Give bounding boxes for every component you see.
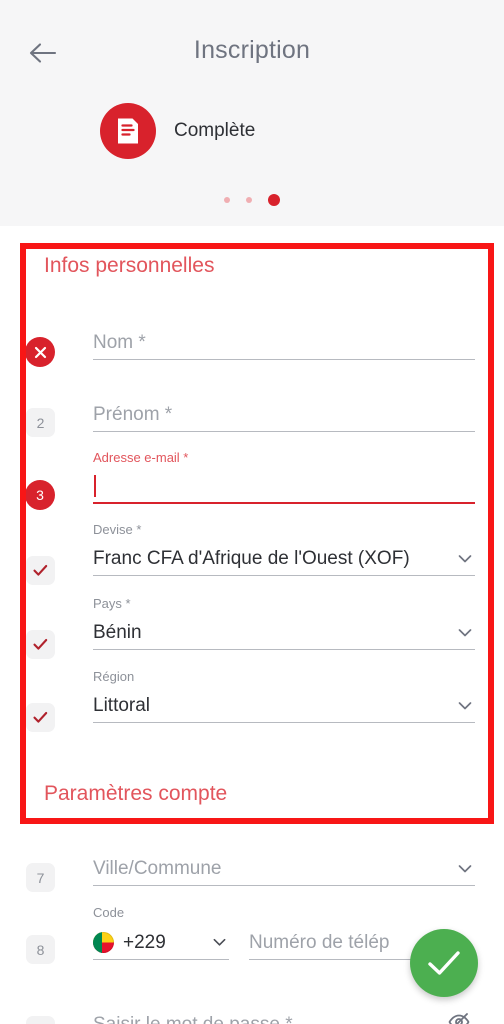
step-indicator-password: 9 — [26, 1016, 55, 1024]
region-value: Littoral — [93, 694, 151, 716]
pays-select[interactable]: Bénin — [93, 616, 475, 650]
step-indicator-pays — [26, 630, 55, 659]
country-code-select[interactable]: +229 — [93, 926, 229, 960]
step-indicator-devise — [26, 556, 55, 585]
eye-off-icon[interactable] — [447, 1010, 471, 1024]
field-nom: Nom * — [93, 326, 475, 360]
pager-dot-3[interactable] — [268, 194, 280, 206]
devise-value: Franc CFA d'Afrique de l'Ouest (XOF) — [93, 547, 410, 569]
section-title-personal: Infos personnelles — [44, 254, 215, 277]
field-region: Région Littoral — [93, 669, 475, 723]
phone-code-label-wrap: Code — [93, 905, 243, 925]
step-indicator-email: 3 — [25, 480, 55, 510]
current-step-chip[interactable]: Complète — [100, 103, 255, 159]
email-input[interactable] — [93, 470, 475, 504]
pager-dots[interactable] — [0, 192, 504, 208]
submit-fab-button[interactable] — [410, 929, 478, 997]
devise-select[interactable]: Franc CFA d'Afrique de l'Ouest (XOF) — [93, 542, 475, 576]
field-pays: Pays * Bénin — [93, 596, 475, 650]
pager-dot-2[interactable] — [246, 197, 252, 203]
field-devise: Devise * Franc CFA d'Afrique de l'Ouest … — [93, 522, 475, 576]
dial-code-value: +229 — [123, 931, 166, 953]
code-label: Code — [93, 905, 125, 920]
text-caret — [94, 475, 96, 497]
current-step-label: Complète — [174, 120, 256, 141]
chevron-down-icon — [457, 625, 473, 641]
nom-placeholder: Nom * — [93, 331, 146, 353]
pays-value: Bénin — [93, 621, 142, 643]
field-prenom: Prénom * — [93, 398, 475, 432]
chevron-down-icon — [457, 861, 473, 877]
step-indicator-ville: 7 — [26, 863, 55, 892]
phone-number-placeholder: Numéro de télép — [249, 931, 390, 953]
step-indicator-nom — [25, 337, 55, 367]
section-title-account: Paramètres compte — [44, 782, 228, 805]
document-icon — [100, 103, 156, 159]
step-indicator-phone: 8 — [26, 935, 55, 964]
field-email: Adresse e-mail * — [93, 450, 475, 504]
nom-input[interactable]: Nom * — [93, 326, 475, 360]
page-title: Inscription — [193, 36, 311, 64]
prenom-placeholder: Prénom * — [93, 403, 173, 425]
ville-select[interactable]: Ville/Commune — [93, 852, 475, 886]
registration-screen: Inscription Complète Infos personnelles … — [0, 0, 504, 1024]
prenom-input[interactable]: Prénom * — [93, 398, 475, 432]
benin-flag-icon — [93, 932, 114, 953]
step-indicator-prenom: 2 — [26, 408, 55, 437]
password-placeholder: Saisir le mot de passe * — [93, 1014, 293, 1024]
region-label: Région — [93, 669, 135, 684]
password-input[interactable]: Saisir le mot de passe * — [93, 1008, 475, 1024]
region-select[interactable]: Littoral — [93, 689, 475, 723]
devise-label: Devise * — [93, 522, 142, 537]
check-icon — [427, 949, 461, 977]
email-label: Adresse e-mail * — [93, 450, 189, 465]
pager-dot-1[interactable] — [224, 197, 230, 203]
field-ville: Ville/Commune — [93, 852, 475, 886]
app-header: Inscription Complète — [0, 0, 504, 226]
ville-placeholder: Ville/Commune — [93, 857, 222, 879]
step-indicator-region — [26, 703, 55, 732]
chevron-down-icon — [457, 551, 473, 567]
registration-form: Infos personnelles Paramètres compte 2 3 — [0, 226, 504, 1024]
country-code-group: +229 — [93, 926, 229, 960]
chevron-down-icon — [457, 698, 473, 714]
chevron-down-icon — [212, 935, 227, 950]
pays-label: Pays * — [93, 596, 131, 611]
